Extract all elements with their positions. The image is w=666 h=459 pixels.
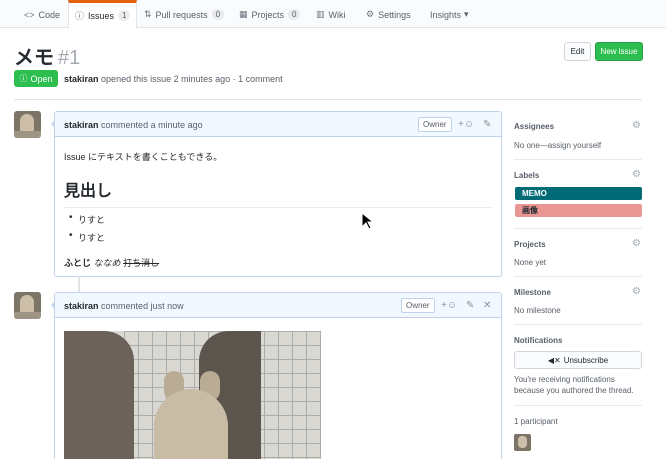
close-icon[interactable]: ✕ <box>483 300 491 311</box>
strikethrough-text: 打ち消し <box>123 258 160 268</box>
comment-body: Issue にテキストを書くこともできる。 見出し りすと りすと ふとじ なな… <box>64 150 492 269</box>
milestone-heading[interactable]: Milestone <box>514 288 551 297</box>
bold-text: ふとじ <box>64 258 92 268</box>
comment-author: stakiran commented a minute ago <box>64 120 203 130</box>
tab-insights[interactable]: Insights ▾ <box>424 0 475 29</box>
italic-text: ななめ <box>93 258 121 268</box>
chevron-down-icon: ▾ <box>464 9 469 19</box>
project-icon: ▦ <box>239 9 248 19</box>
gear-icon[interactable]: ⚙ <box>632 169 641 180</box>
pull-requests-count: 0 <box>211 9 225 20</box>
status-badge: ⓘ Open <box>14 70 58 87</box>
issue-opened-icon: ⓘ <box>19 74 28 83</box>
comment-time[interactable]: commented just now <box>101 301 184 311</box>
notifications-notice: You're receiving notifications because y… <box>514 375 634 395</box>
label-memo[interactable]: MEMO <box>515 187 642 200</box>
milestone-value: No milestone <box>514 306 561 315</box>
page-title: メモ #1 <box>14 41 80 70</box>
tab-pull-requests[interactable]: ⇅ Pull requests 0 <box>138 0 230 29</box>
comment-header: stakiran commented just now Owner +☺ ✎ ✕ <box>55 293 501 318</box>
tab-projects[interactable]: ▦ Projects 0 <box>233 0 306 29</box>
participants-heading: 1 participant <box>514 417 558 426</box>
tab-code-label: Code <box>38 9 61 20</box>
comment-heading: 見出し <box>64 177 492 208</box>
comment-paragraph: Issue にテキストを書くこともできる。 <box>64 152 223 162</box>
tab-issues[interactable]: ⓘ Issues 1 <box>68 0 138 29</box>
tab-code[interactable]: <> Code <box>18 0 66 29</box>
comment-box: stakiran commented just now Owner +☺ ✎ ✕ <box>51 292 502 459</box>
add-reaction-icon[interactable]: +☺ <box>458 119 474 130</box>
assignees-heading[interactable]: Assignees <box>514 122 554 131</box>
notifications-heading: Notifications <box>514 336 563 345</box>
tab-issues-label: Issues <box>88 10 115 21</box>
sidebar-divider <box>514 324 642 325</box>
projects-heading[interactable]: Projects <box>514 240 546 249</box>
rabbit-photo <box>64 331 321 459</box>
mouse-cursor-icon <box>361 212 375 230</box>
issue-meta-text: opened this issue 2 minutes ago · 1 comm… <box>101 74 283 84</box>
issues-count: 1 <box>118 10 131 21</box>
tab-insights-label: Insights <box>430 9 462 20</box>
comment-time[interactable]: commented a minute ago <box>101 120 203 130</box>
avatar[interactable] <box>14 111 41 138</box>
timeline-line <box>78 276 80 292</box>
gear-icon[interactable]: ⚙ <box>632 286 641 297</box>
issue-number: #1 <box>58 47 81 69</box>
gear-icon[interactable]: ⚙ <box>632 120 641 131</box>
gear-icon[interactable]: ⚙ <box>632 238 641 249</box>
tab-pull-requests-label: Pull requests <box>155 9 208 20</box>
assignees-value[interactable]: No one—assign yourself <box>514 141 601 150</box>
code-icon: <> <box>24 9 35 20</box>
sidebar-divider <box>514 276 642 277</box>
comment-author-link[interactable]: stakiran <box>64 120 99 130</box>
comment-header: stakiran commented a minute ago Owner +☺… <box>55 112 501 137</box>
issue-author-link[interactable]: stakiran <box>64 74 99 84</box>
mute-icon: ◀✕ <box>547 355 561 365</box>
list-item: りすと <box>64 230 492 244</box>
comment-author: stakiran commented just now <box>64 301 184 311</box>
label-image[interactable]: 画像 <box>515 204 642 217</box>
header-divider <box>14 99 642 100</box>
projects-value: None yet <box>514 258 547 267</box>
edit-button[interactable]: Edit <box>564 42 591 61</box>
status-label: Open <box>30 73 53 84</box>
new-issue-button[interactable]: New issue <box>595 42 643 61</box>
book-icon: ▥ <box>316 9 325 19</box>
comment-box: stakiran commented a minute ago Owner +☺… <box>51 111 502 277</box>
tab-settings-label: Settings <box>378 9 411 20</box>
issue-meta: stakiran opened this issue 2 minutes ago… <box>64 74 283 84</box>
list-item: りすと <box>64 212 492 226</box>
pencil-icon[interactable]: ✎ <box>483 119 491 130</box>
sidebar-divider <box>514 405 642 406</box>
gear-icon: ⚙ <box>366 9 375 19</box>
labels-heading[interactable]: Labels <box>514 171 539 180</box>
owner-badge: Owner <box>418 117 452 132</box>
unsubscribe-label: Unsubscribe <box>563 355 609 365</box>
comment-author-link[interactable]: stakiran <box>64 301 99 311</box>
comment-formatted-text: ふとじ ななめ 打ち消し <box>64 256 492 269</box>
tab-settings[interactable]: ⚙ Settings <box>360 0 417 29</box>
git-pull-request-icon: ⇅ <box>144 9 152 19</box>
participant-avatar[interactable] <box>514 434 531 451</box>
sidebar-divider <box>514 159 642 160</box>
issue-opened-icon: ⓘ <box>75 11 85 21</box>
owner-badge: Owner <box>401 298 435 313</box>
avatar[interactable] <box>14 292 41 319</box>
repo-nav: <> Code ⓘ Issues 1 ⇅ Pull requests 0 ▦ P… <box>0 0 666 29</box>
sidebar-divider <box>514 228 642 229</box>
pencil-icon[interactable]: ✎ <box>466 300 474 311</box>
unsubscribe-button[interactable]: ◀✕ Unsubscribe <box>514 351 642 369</box>
issue-title: メモ <box>14 47 54 69</box>
tab-projects-label: Projects <box>251 9 285 20</box>
tab-wiki-label: Wiki <box>328 9 346 20</box>
projects-count: 0 <box>288 9 301 20</box>
tab-wiki[interactable]: ▥ Wiki <box>310 0 352 29</box>
add-reaction-icon[interactable]: +☺ <box>441 300 457 311</box>
